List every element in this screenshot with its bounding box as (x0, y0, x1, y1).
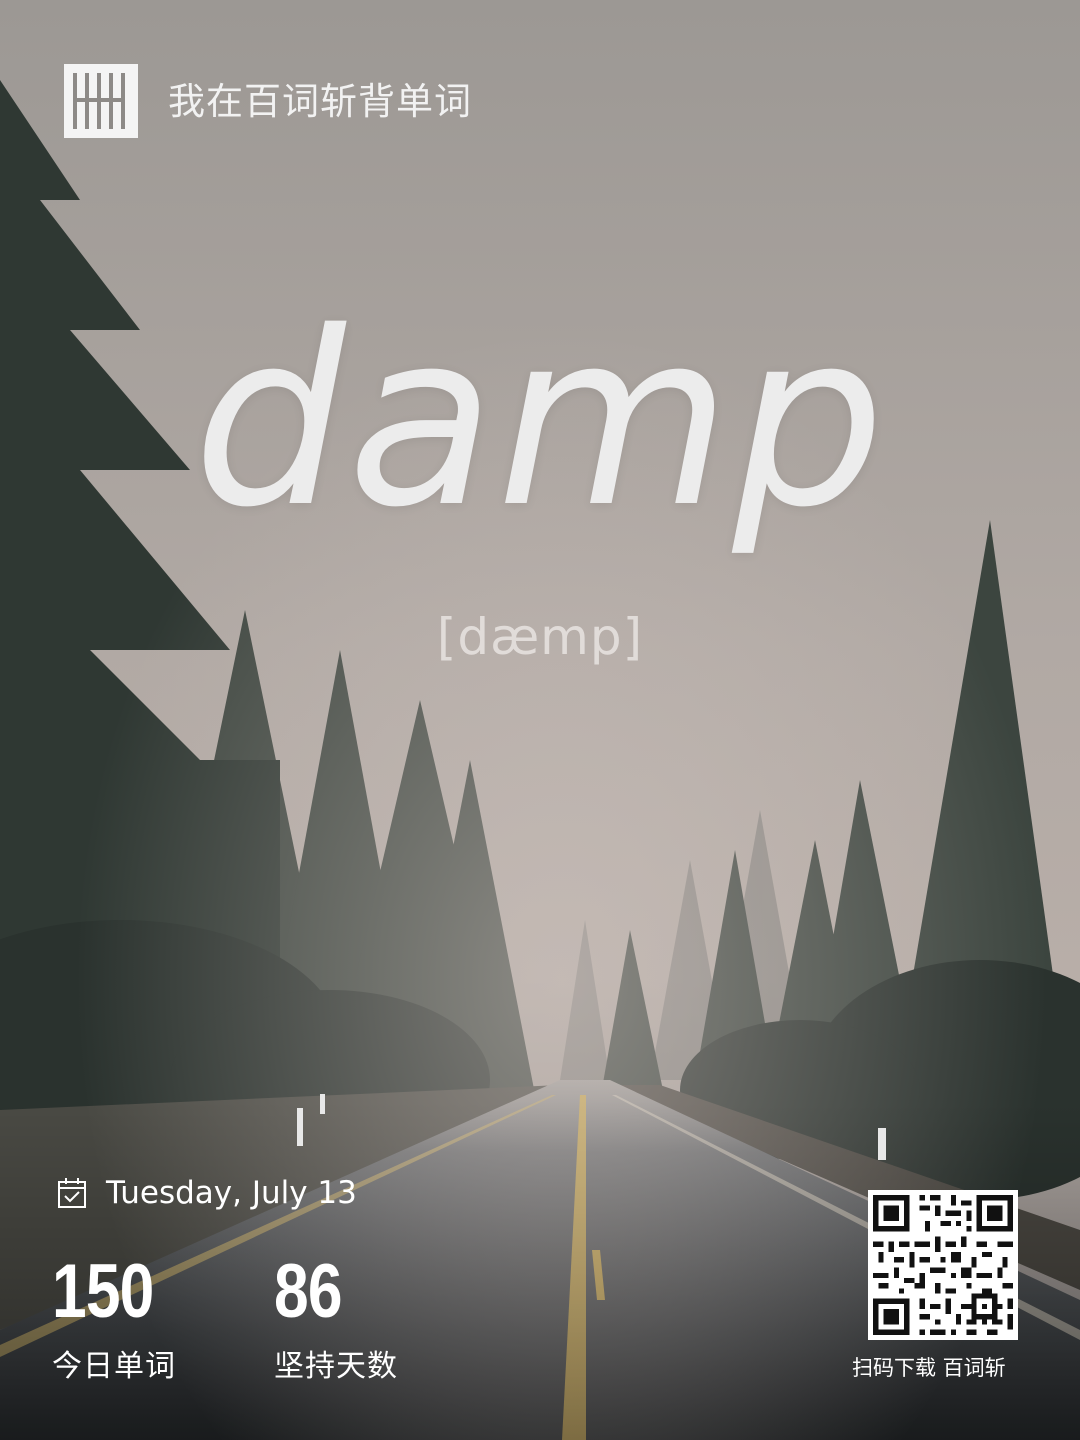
streak-days-stat: 86 坚持天数 (274, 1254, 398, 1382)
app-tagline: 我在百词斩背单词 (168, 79, 472, 123)
streak-days-label: 坚持天数 (274, 1349, 398, 1384)
qr-caption: 扫码下载 百词斩 (852, 1356, 1006, 1380)
streak-days-count: 86 (274, 1249, 343, 1334)
current-date: Tuesday, July 13 (106, 1174, 357, 1211)
calendar-check-icon (58, 1178, 86, 1208)
phonetic-transcription: [dæmp] (436, 608, 644, 666)
word-title: damp (193, 280, 887, 560)
today-words-stat: 150 今日单词 (52, 1254, 176, 1382)
baicizhan-100-logo-icon (64, 64, 138, 138)
qr-code-icon[interactable] (868, 1190, 1018, 1340)
header-brand: 我在百词斩背单词 (64, 64, 472, 138)
today-words-label: 今日单词 (52, 1349, 176, 1384)
download-qr-section: 扫码下载 百词斩 (852, 1190, 1022, 1379)
today-words-count: 150 (52, 1249, 154, 1334)
date-row: Tuesday, July 13 (56, 1176, 357, 1210)
